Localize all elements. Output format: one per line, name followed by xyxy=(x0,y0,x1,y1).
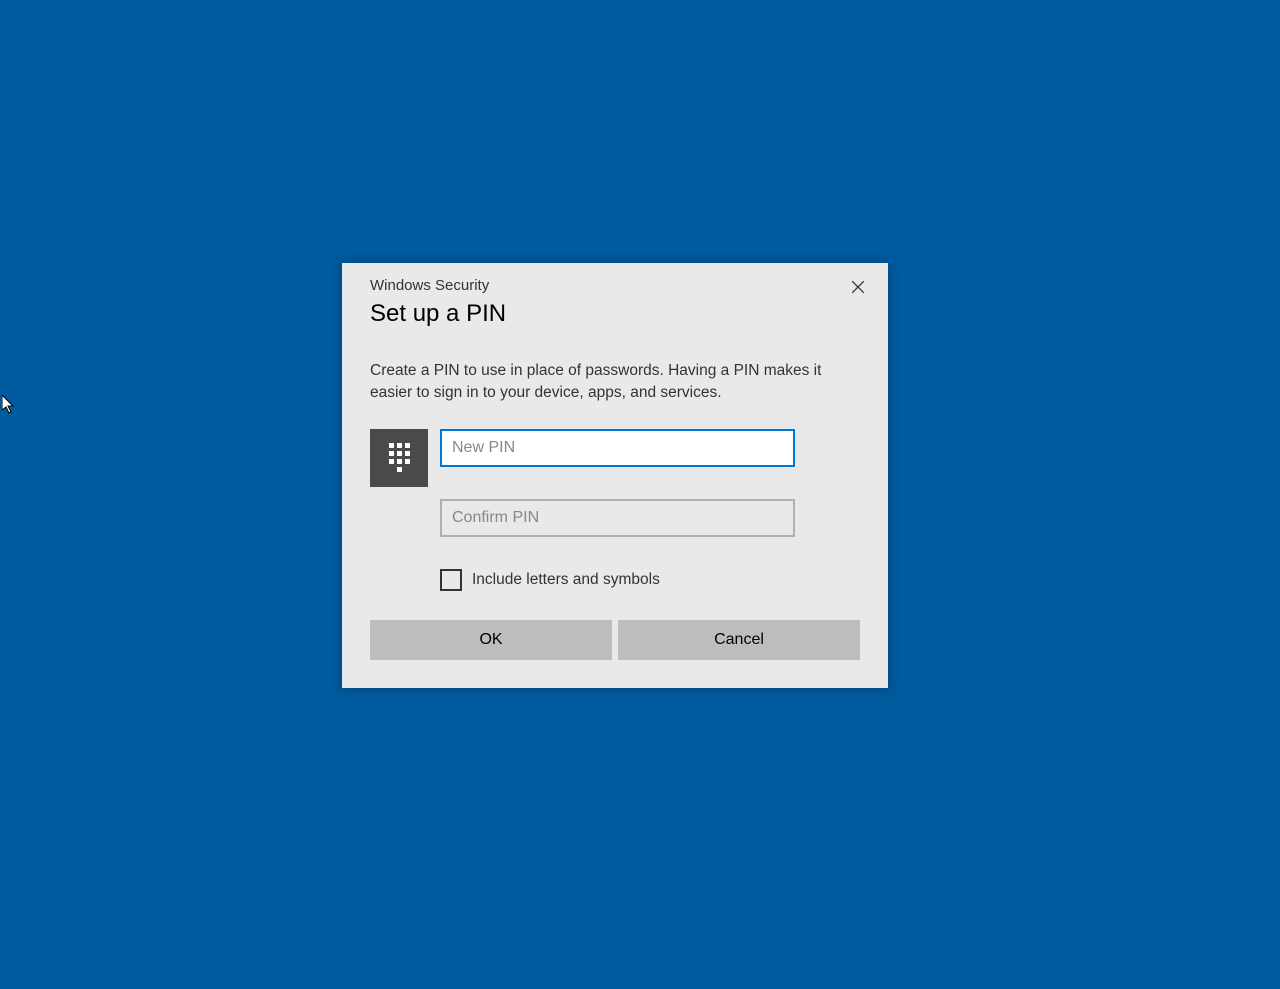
ok-button[interactable]: OK xyxy=(370,620,612,660)
keypad-icon xyxy=(370,429,428,487)
dialog-description: Create a PIN to use in place of password… xyxy=(342,328,888,405)
input-column: Include letters and symbols xyxy=(440,429,860,591)
new-pin-input[interactable] xyxy=(440,429,795,467)
mouse-cursor xyxy=(2,395,18,415)
cancel-button[interactable]: Cancel xyxy=(618,620,860,660)
include-letters-label: Include letters and symbols xyxy=(472,571,660,589)
confirm-pin-input[interactable] xyxy=(440,499,795,537)
pin-setup-dialog: Windows Security Set up a PIN Create a P… xyxy=(342,263,888,688)
dialog-header: Windows Security xyxy=(342,263,888,294)
dialog-button-row: OK Cancel xyxy=(370,620,860,660)
pin-input-section: Include letters and symbols xyxy=(342,405,888,591)
include-letters-row: Include letters and symbols xyxy=(440,569,860,591)
close-icon xyxy=(852,281,864,293)
close-button[interactable] xyxy=(842,273,874,301)
dialog-small-title: Windows Security xyxy=(370,277,868,294)
dialog-title: Set up a PIN xyxy=(342,294,888,328)
include-letters-checkbox[interactable] xyxy=(440,569,462,591)
